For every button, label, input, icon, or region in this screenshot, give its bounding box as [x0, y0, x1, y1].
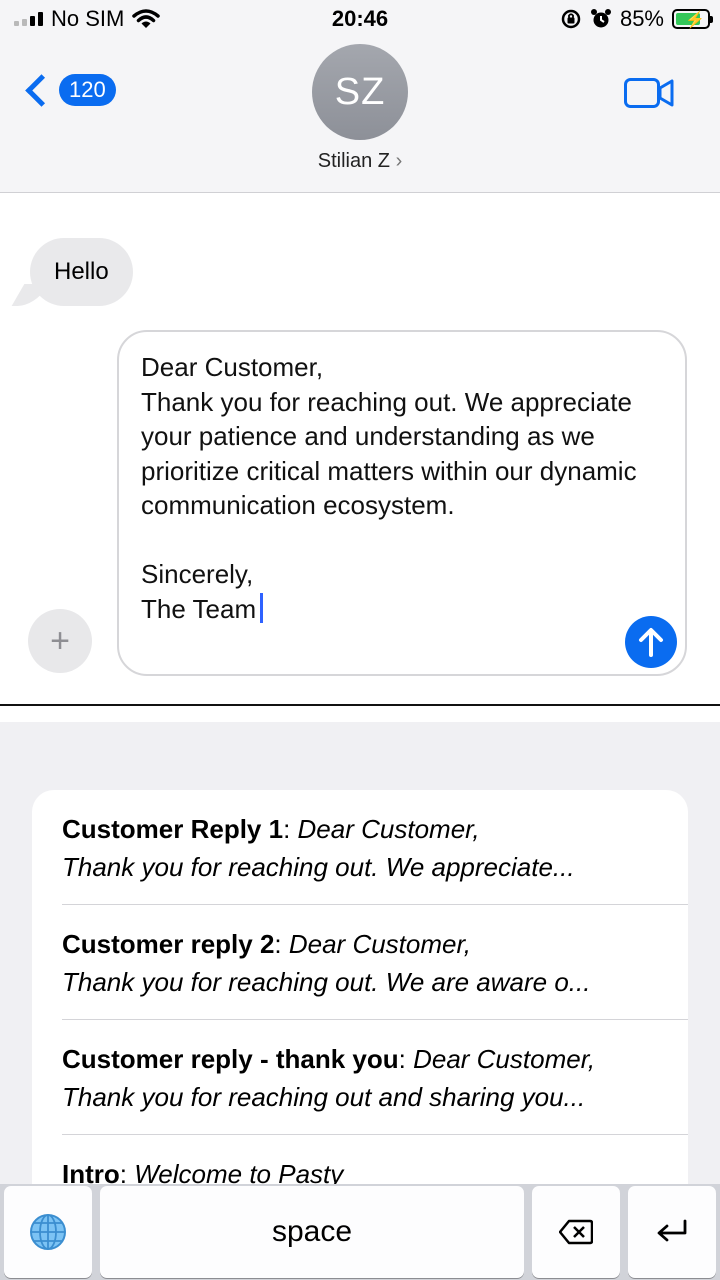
snippet-list[interactable]: Customer Reply 1: Dear Customer, Thank y…	[32, 790, 688, 1210]
keyboard-divider	[0, 704, 720, 706]
snippet-preview: Dear Customer,	[413, 1044, 596, 1074]
globe-key[interactable]	[4, 1186, 92, 1278]
snippet-item[interactable]: Customer Reply 1: Dear Customer, Thank y…	[62, 810, 688, 886]
contact-avatar[interactable]: SZ	[312, 44, 408, 140]
snippet-preview: Dear Customer,	[297, 814, 480, 844]
contact-name-button[interactable]: Stilian Z ›	[0, 150, 720, 173]
snippet-separator	[62, 904, 688, 905]
orientation-lock-icon	[561, 9, 581, 29]
snippet-item[interactable]: Customer reply 2: Dear Customer, Thank y…	[62, 925, 688, 1001]
status-bar: No SIM 20:46 85% ⚡	[0, 0, 720, 40]
battery-icon: ⚡	[672, 9, 713, 29]
contact-name: Stilian Z	[317, 150, 390, 172]
video-call-icon[interactable]	[624, 78, 674, 108]
back-button[interactable]: 120	[25, 73, 116, 107]
keyboard-bottom-row: space	[0, 1184, 720, 1280]
arrow-up-icon	[639, 628, 663, 657]
snippet-title: Customer reply 2	[62, 929, 275, 959]
add-attachment-button[interactable]: +	[28, 609, 92, 673]
incoming-message-bubble[interactable]: Hello	[30, 238, 133, 306]
snippet-preview-line: Thank you for reaching out. We are aware…	[62, 967, 591, 997]
space-key-label: space	[271, 1215, 353, 1248]
compose-text-area[interactable]: Dear Customer, Thank you for reaching ou…	[141, 350, 641, 626]
snippet-preview-line: Thank you for reaching out and sharing y…	[62, 1082, 586, 1112]
plus-icon: +	[50, 621, 70, 660]
return-key[interactable]	[628, 1186, 716, 1278]
space-key[interactable]: space	[100, 1186, 524, 1278]
snippet-separator	[62, 1019, 688, 1020]
snippet-title: Customer Reply 1	[62, 814, 284, 844]
return-icon	[657, 1219, 687, 1242]
message-compose-field[interactable]: Dear Customer, Thank you for reaching ou…	[117, 330, 687, 676]
text-cursor	[260, 592, 264, 623]
chevron-left-icon	[25, 73, 58, 107]
snippet-preview-line: Thank you for reaching out. We appreciat…	[62, 852, 575, 882]
snippet-preview: Dear Customer,	[288, 929, 471, 959]
status-icons: 85% ⚡	[560, 6, 713, 32]
delete-key[interactable]	[532, 1186, 620, 1278]
delete-backward-icon	[559, 1219, 593, 1245]
alarm-icon	[590, 9, 611, 28]
snippet-separator	[62, 1134, 688, 1135]
incoming-message-text: Hello	[54, 258, 109, 285]
chevron-right-icon: ›	[395, 150, 403, 172]
compose-text: Dear Customer, Thank you for reaching ou…	[141, 352, 637, 624]
unread-count-badge: 120	[59, 74, 116, 106]
globe-icon	[30, 1214, 66, 1250]
send-button[interactable]	[625, 616, 677, 668]
snippet-item[interactable]: Customer reply - thank you: Dear Custome…	[62, 1040, 688, 1116]
conversation-header: 120 SZ Stilian Z ›	[0, 40, 720, 193]
snippet-title: Customer reply - thank you	[62, 1044, 399, 1074]
battery-percent: 85%	[619, 6, 664, 31]
